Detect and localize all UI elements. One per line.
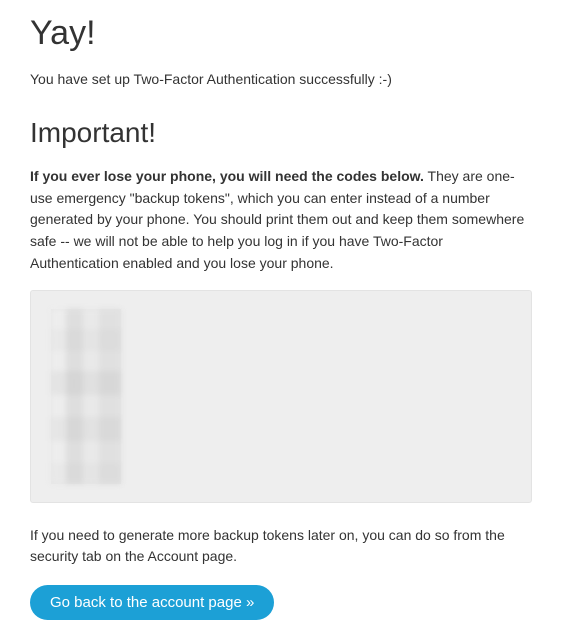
success-message: You have set up Two-Factor Authenticatio… <box>30 69 532 90</box>
go-back-account-button[interactable]: Go back to the account page » <box>30 585 274 620</box>
important-heading: Important! <box>30 112 532 154</box>
success-heading: Yay! <box>30 8 532 59</box>
backup-tokens-obscured <box>51 309 121 484</box>
warning-bold-text: If you ever lose your phone, you will ne… <box>30 168 424 184</box>
more-tokens-info: If you need to generate more backup toke… <box>30 525 532 567</box>
backup-tokens-box <box>30 290 532 503</box>
warning-paragraph: If you ever lose your phone, you will ne… <box>30 166 532 274</box>
